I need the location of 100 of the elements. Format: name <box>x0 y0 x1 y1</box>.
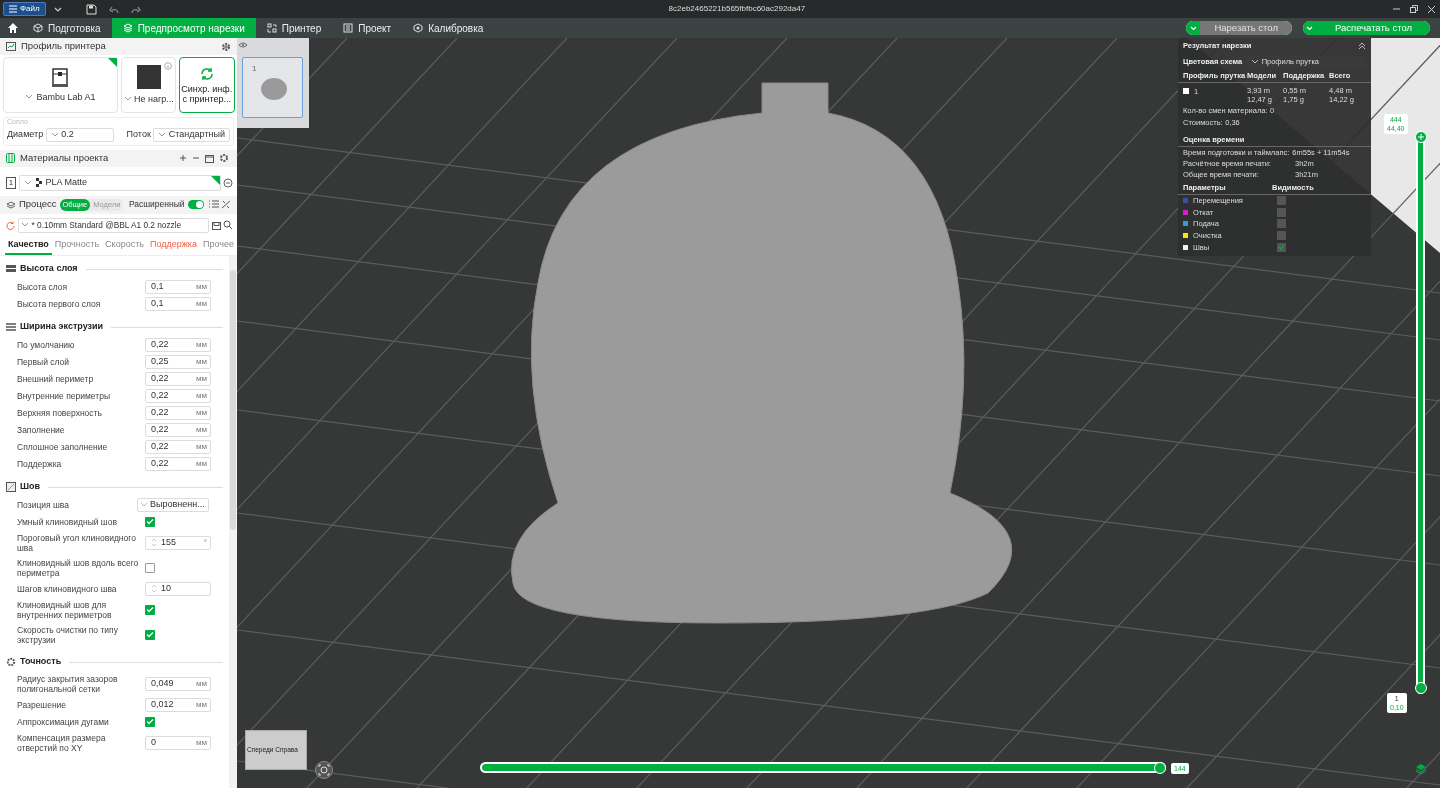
setting-label: Клиновидный шов вдоль всего периметра <box>17 557 140 578</box>
settings-tab[interactable]: Скорость <box>102 235 147 255</box>
save-icon[interactable] <box>211 220 221 230</box>
setting-label: Сплошное заполнение <box>17 441 109 452</box>
plate-thumbnail[interactable]: 1 <box>242 57 303 118</box>
visibility-checkbox[interactable] <box>1277 207 1286 217</box>
setting-label: Компенсация размера отверстий по XY <box>17 732 107 753</box>
unit-label: мм <box>196 297 207 310</box>
filament-dropdown[interactable]: PLA Matte <box>18 174 221 191</box>
layers-icon[interactable] <box>1415 763 1427 775</box>
reset-icon[interactable] <box>6 220 15 230</box>
settings-icon[interactable] <box>221 41 231 52</box>
layers-icon <box>6 264 16 274</box>
eye-icon[interactable] <box>239 42 247 48</box>
settings-tab[interactable]: Прочность <box>51 235 103 255</box>
panel-title: Процесс <box>19 197 57 212</box>
slider-handle-icon[interactable] <box>1415 131 1427 143</box>
gear-icon <box>6 657 16 667</box>
section-title: Точность <box>20 655 62 669</box>
checkbox[interactable] <box>145 516 155 527</box>
setting-label: Разрешение <box>17 699 68 710</box>
tab[interactable]: Принтер <box>255 18 333 38</box>
unit-label: мм <box>196 372 207 385</box>
sync-button[interactable]: Синхр. инф. с принтер... <box>179 57 235 113</box>
section-title: Шов <box>20 480 41 494</box>
settings-icon[interactable] <box>218 153 229 163</box>
scrollbar[interactable] <box>229 256 237 788</box>
visibility-checkbox[interactable] <box>1277 219 1286 229</box>
undo-icon[interactable] <box>108 4 119 14</box>
value-field[interactable]: 0,22 мм <box>145 405 211 420</box>
visibility-checkbox[interactable] <box>1277 196 1286 206</box>
caret-icon <box>123 96 132 103</box>
remove-icon[interactable] <box>223 177 233 188</box>
caret-icon <box>1306 25 1314 31</box>
minimize-icon[interactable] <box>1393 5 1400 13</box>
value-field[interactable]: 0,22 мм <box>145 388 211 403</box>
value-field[interactable]: 0,1 мм <box>145 279 211 294</box>
visibility-checkbox[interactable] <box>1277 242 1286 252</box>
checkbox[interactable] <box>145 604 155 615</box>
flow-dropdown[interactable]: Стандартный <box>153 127 230 142</box>
plate-card[interactable]: Не нагр... <box>120 57 177 113</box>
unit-label: мм <box>196 389 207 402</box>
caret-icon <box>23 179 32 186</box>
box-icon[interactable] <box>204 153 214 163</box>
corner-marker <box>210 175 220 185</box>
plate-type-dropdown[interactable]: Не нагр... <box>134 92 174 106</box>
close-icon[interactable] <box>1428 5 1435 13</box>
caret-icon <box>140 501 148 508</box>
value-field[interactable]: 0,25 мм <box>145 354 211 369</box>
unit-label: мм <box>196 457 207 470</box>
restore-icon[interactable] <box>1410 5 1418 13</box>
value-field[interactable]: 0,22 мм <box>145 422 211 437</box>
panel-title: Материалы проекта <box>20 150 110 165</box>
value-field[interactable]: 10 <box>145 581 211 596</box>
setting-label: Умный клиновидный шов <box>17 516 118 527</box>
value-field[interactable]: 0 мм <box>145 735 211 750</box>
slider-handle-icon[interactable] <box>1415 682 1427 694</box>
value-field[interactable]: 0,22 мм <box>145 439 211 454</box>
home-icon[interactable] <box>7 22 19 34</box>
preset-dropdown[interactable]: * 0.10mm Standard @BBL A1 0.2 nozzle <box>17 217 209 233</box>
compare-icon[interactable] <box>221 200 231 209</box>
value-field[interactable]: 0,1 мм <box>145 296 211 311</box>
slider-handle-icon[interactable] <box>1154 761 1166 774</box>
search-icon[interactable] <box>223 220 233 230</box>
unit-label: мм <box>196 338 207 351</box>
camera-reset-icon[interactable] <box>315 761 333 779</box>
menu-button[interactable]: Файл <box>3 2 46 16</box>
checkbox[interactable] <box>145 562 155 573</box>
settings-tab[interactable]: Качество <box>5 235 52 255</box>
setting-label: Радиус закрытия зазоров полигональной сетки <box>17 673 119 694</box>
advanced-toggle[interactable] <box>187 200 204 209</box>
tab[interactable]: Подготовка <box>29 18 112 38</box>
redo-icon[interactable] <box>130 4 141 14</box>
minus-icon[interactable] <box>191 154 200 162</box>
collapse-icon[interactable] <box>1358 42 1366 50</box>
settings-tab[interactable]: Прочее <box>199 235 237 255</box>
diameter-dropdown[interactable]: 0.2 <box>45 127 115 142</box>
cube-icon <box>33 23 43 33</box>
value-field[interactable]: 155 ° <box>145 535 211 550</box>
setting-dropdown[interactable]: Выровненн... <box>137 497 209 512</box>
printer-dropdown[interactable]: Bambu Lab A1 <box>25 90 96 104</box>
value-field[interactable]: 0,012 мм <box>145 697 211 712</box>
checkbox[interactable] <box>145 629 155 640</box>
value-field[interactable]: 0,22 мм <box>145 337 211 352</box>
checkbox[interactable] <box>145 716 155 727</box>
layers-icon <box>6 200 16 209</box>
value-field[interactable]: 0,22 мм <box>145 371 211 386</box>
tab[interactable]: Калибровка <box>402 18 495 38</box>
setting-label: Высота первого слоя <box>17 298 102 309</box>
unit-label: мм <box>196 406 207 419</box>
visibility-checkbox[interactable] <box>1277 231 1286 241</box>
plus-icon[interactable] <box>178 154 187 162</box>
printer-card[interactable]: Bambu Lab A1 <box>2 57 119 113</box>
caret-icon[interactable] <box>53 5 62 13</box>
setting-label: Высота слоя <box>17 281 69 292</box>
value-field[interactable]: 0,22 мм <box>145 456 211 471</box>
value-field[interactable]: 0,049 мм <box>145 676 211 691</box>
field-label: Диаметр <box>7 127 44 141</box>
unit-label: мм <box>196 355 207 368</box>
tab[interactable]: Проект <box>332 18 403 38</box>
